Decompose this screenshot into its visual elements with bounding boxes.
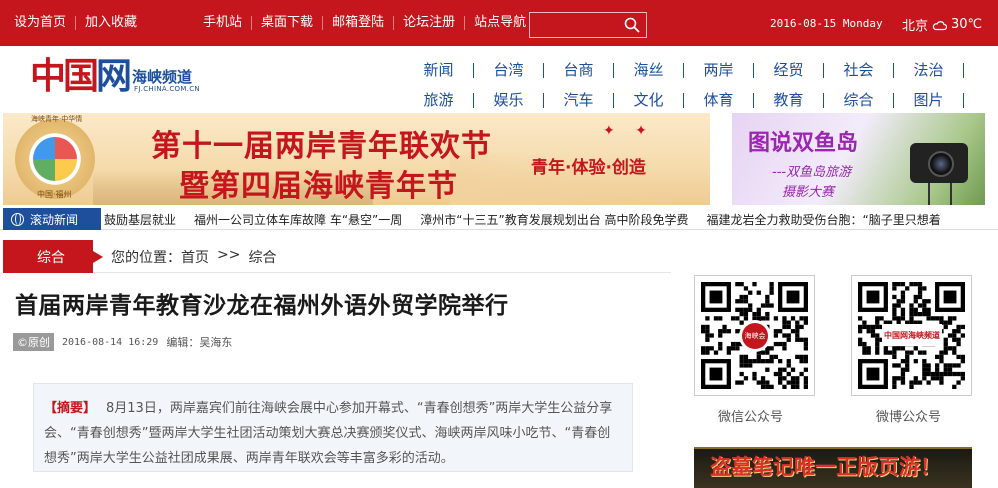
nav-item-maritime-silk[interactable]: 海丝 xyxy=(614,62,684,78)
nav-item-taiwan-business[interactable]: 台商 xyxy=(544,62,614,78)
nav-item-auto[interactable]: 汽车 xyxy=(544,92,614,108)
breadcrumb-current[interactable]: 综合 xyxy=(248,247,276,267)
festival-emblem xyxy=(15,119,95,199)
search-icon[interactable] xyxy=(624,17,640,33)
weather-city: 北京 xyxy=(902,19,929,34)
contest-subtitle-2: 摄影大赛 xyxy=(782,185,835,200)
game-ad-banner[interactable]: 盗墓笔记唯一正版页游！ xyxy=(694,447,972,488)
logo-channel: 海峡频道 xyxy=(132,68,193,86)
ticker-item[interactable]: 福州一公司立体车库故障 车“悬空”一周 xyxy=(194,211,402,228)
weibo-qr-code[interactable]: 中国网海峡频道 xyxy=(851,275,972,396)
add-favorite-link[interactable]: 加入收藏 xyxy=(76,16,146,30)
nav-item-travel[interactable]: 旅游 xyxy=(404,92,474,108)
banner-headline-1: 第十一届两岸青年联欢节 xyxy=(151,129,492,164)
summary-label: 【摘要】 xyxy=(44,401,97,416)
contest-title: 图说双鱼岛 xyxy=(748,131,859,156)
logo-domain: FJ.CHINA.COM.CN xyxy=(134,85,200,93)
nav-row-2: 旅游 娱乐 汽车 文化 体育 教育 综合 图片 xyxy=(404,85,974,115)
scrolling-news-label: 滚动新闻 xyxy=(3,208,101,230)
section-header: 综合 您的位置： 首页 >> 综合 xyxy=(3,239,671,273)
ticker-items: 鼓励基层就业 福州一公司立体车库故障 车“悬空”一周 漳州市“十三五”教育发展规… xyxy=(104,208,959,230)
main-nav: 新闻 台湾 台商 海丝 两岸 经贸 社会 法治 旅游 娱乐 汽车 文化 体育 教… xyxy=(404,55,974,115)
weather-temperature: 30℃ xyxy=(951,17,983,32)
birds-decoration: ✦ ✦ xyxy=(603,123,655,139)
camera-icon xyxy=(910,143,968,183)
mobile-site-link[interactable]: 手机站 xyxy=(194,16,253,30)
breadcrumb: 您的位置： 首页 >> 综合 xyxy=(111,247,276,267)
emblem-top-text: 海峡青年·中华情 xyxy=(31,115,83,123)
photo-contest-banner[interactable]: 图说双鱼岛 ---双鱼岛旅游 摄影大赛 xyxy=(732,113,985,205)
ticker-item[interactable]: 福建龙岩全力救助受伤台胞：“脑子里只想着 xyxy=(707,211,941,228)
qr-badge: 海峡会 xyxy=(739,320,771,352)
search-input[interactable] xyxy=(529,12,647,38)
current-date: 2016-08-15 Monday xyxy=(770,17,883,30)
desktop-download-link[interactable]: 桌面下载 xyxy=(252,16,324,30)
breadcrumb-prefix: 您的位置： xyxy=(111,250,181,266)
contest-subtitle-1: ---双鱼岛旅游 xyxy=(772,165,852,180)
weather-widget: 北京 30℃ xyxy=(902,15,982,34)
set-homepage-link[interactable]: 设为首页 xyxy=(0,16,77,30)
ticker-item[interactable]: 鼓励基层就业 xyxy=(104,211,176,228)
wechat-caption: 微信公众号 xyxy=(718,410,784,425)
section-label[interactable]: 综合 xyxy=(3,240,103,273)
nav-item-society[interactable]: 社会 xyxy=(824,62,894,78)
nav-item-taiwan[interactable]: 台湾 xyxy=(474,62,544,78)
forum-register-link[interactable]: 论坛注册 xyxy=(394,16,466,30)
cloud-icon xyxy=(932,20,948,30)
nav-item-photos[interactable]: 图片 xyxy=(894,92,964,108)
summary-text: 8月13日，两岸嘉宾们前往海峡会展中心参加开幕式、“青春创想秀”两岸大学生公益分… xyxy=(44,401,613,466)
nav-item-general[interactable]: 综合 xyxy=(824,92,894,108)
scrolling-news: 滚动新闻 鼓励基层就业 福州一公司立体车库故障 车“悬空”一周 漳州市“十三五”… xyxy=(0,208,998,230)
mail-login-link[interactable]: 邮箱登陆 xyxy=(323,16,395,30)
nav-item-education[interactable]: 教育 xyxy=(754,92,824,108)
editor-name: 编辑：吴海东 xyxy=(166,336,233,349)
nav-item-sports[interactable]: 体育 xyxy=(684,92,754,108)
nav-item-news[interactable]: 新闻 xyxy=(404,62,474,78)
nav-item-entertainment[interactable]: 娱乐 xyxy=(474,92,544,108)
banner-slogan: 青年·体验·创造 xyxy=(531,158,646,178)
weibo-caption: 微博公众号 xyxy=(876,410,942,425)
festival-banner[interactable]: 海峡青年·中华情 中国·福州 ✦ ✦ 第十一届两岸青年联欢节 暨第四届海峡青年节… xyxy=(3,113,710,205)
logo-mark: 中国网 xyxy=(30,55,132,97)
emblem-caption: 中国·福州 xyxy=(37,190,72,199)
publish-time: 2016-08-14 16:29 xyxy=(62,336,159,348)
tripod-graphic xyxy=(928,183,952,205)
top-bar: 设为首页 加入收藏 手机站 桌面下载 邮箱登陆 论坛注册 站点导航 2016-0… xyxy=(0,0,998,46)
article-title: 首届两岸青年教育沙龙在福州外语外贸学院举行 xyxy=(15,292,509,319)
site-nav-link[interactable]: 站点导航 xyxy=(465,16,535,30)
top-links: 设为首页 加入收藏 手机站 桌面下载 邮箱登陆 论坛注册 站点导航 xyxy=(0,0,535,46)
qr-badge: 中国网海峡频道 xyxy=(882,324,942,346)
nav-item-law[interactable]: 法治 xyxy=(894,62,964,78)
ticker-item[interactable]: 漳州市“十三五”教育发展规划出台 高中阶段免学费 xyxy=(420,211,688,228)
globe-icon xyxy=(11,212,24,226)
nav-item-economy[interactable]: 经贸 xyxy=(754,62,824,78)
breadcrumb-home[interactable]: 首页 xyxy=(181,247,209,267)
nav-item-culture[interactable]: 文化 xyxy=(614,92,684,108)
source-badge: ©原创 xyxy=(13,333,54,351)
article-summary: 【摘要】 8月13日，两岸嘉宾们前往海峡会展中心参加开幕式、“青春创想秀”两岸大学… xyxy=(33,383,633,472)
breadcrumb-separator: >> xyxy=(217,247,241,263)
ad-text: 盗墓笔记唯一正版页游！ xyxy=(710,454,941,479)
wechat-qr-code[interactable]: 海峡会 xyxy=(694,275,815,396)
nav-row-1: 新闻 台湾 台商 海丝 两岸 经贸 社会 法治 xyxy=(404,55,974,85)
site-logo[interactable]: 中国网 海峡频道 FJ.CHINA.COM.CN xyxy=(30,52,205,104)
article-meta: ©原创 2016-08-14 16:29 编辑：吴海东 xyxy=(13,333,232,351)
nav-item-cross-strait[interactable]: 两岸 xyxy=(684,62,754,78)
banner-headline-2: 暨第四届海峡青年节 xyxy=(179,169,458,204)
